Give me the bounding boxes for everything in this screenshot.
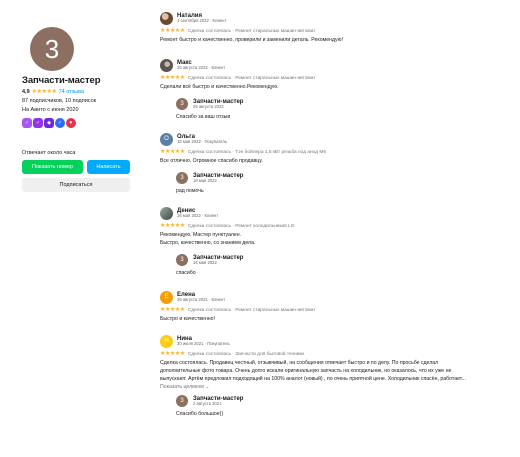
seller-reply-text: рад помочь xyxy=(176,188,204,194)
review-text: Все отлично. Огромное спасибо продавцу. xyxy=(160,158,263,164)
review-deal: Сделка состоялась · Запчасти для бытовой… xyxy=(187,351,305,357)
seller-rating-value: 4,9 xyxy=(22,89,30,95)
review-meta: 28 августа 2021 · Клиент xyxy=(177,296,226,302)
seller-rating-row: 4,9 ★★★★★ 74 отзыва xyxy=(22,89,152,95)
seller-reply-avatar: 3 xyxy=(176,172,188,184)
review-stars: ★★★★★ xyxy=(160,28,185,34)
seller-avatar[interactable]: 3 xyxy=(30,27,74,71)
review-deal: Сделка состоялась · Тэн бойлера 1,5 кВт … xyxy=(187,149,327,155)
review-item: О Ольга 18 мая 2022 · Покупатель ★★★★★ С… xyxy=(160,132,512,194)
seller-reply-avatar: 3 xyxy=(176,395,188,407)
review-item: Наталия 1 сентября 2022 · Клиент ★★★★★ С… xyxy=(160,11,512,44)
reviewer-avatar[interactable] xyxy=(160,11,173,25)
review-text-line: Быстро, качественно, со знанием дела. xyxy=(160,240,256,246)
seller-reply: 3 Запчасти-мастер 18 мая 2022 рад помочь xyxy=(176,171,512,194)
seller-reply-date: 18 мая 2022 xyxy=(193,177,217,183)
review-meta: 16 мая 2022 · Клиент xyxy=(177,212,219,218)
reviewer-avatar-initial: Е xyxy=(164,294,169,300)
seller-name[interactable]: Запчасти-мастер xyxy=(22,75,152,86)
seller-reply-avatar-initial: 3 xyxy=(180,257,184,263)
badge-documents-icon[interactable]: ✓ xyxy=(33,118,43,128)
seller-avatar-initial: 3 xyxy=(44,33,60,64)
review-stars: ★★★★★ xyxy=(160,149,185,155)
show-number-button[interactable]: Показать номер xyxy=(22,160,83,174)
review-text: Рекомендую. Мастер пунктуален. Быстро, к… xyxy=(160,231,512,247)
seller-badges: ✓ ✓ ◆ ✓ ♥ xyxy=(22,118,152,128)
seller-reply-avatar-initial: 3 xyxy=(180,175,184,181)
seller-reply-date: 16 мая 2022 xyxy=(193,259,217,265)
review-text-line: выпускают. Артём предложил подходящий на… xyxy=(160,376,466,382)
review-deal: Сделка состоялась · Ремонт стиральных ма… xyxy=(187,75,316,81)
member-since: На Авито с июня 2020 xyxy=(22,107,79,113)
seller-reply-text: спасибо xyxy=(176,270,196,276)
review-meta: 1 сентября 2022 · Клиент xyxy=(177,17,227,23)
review-text-line: дополнительные фото товара. Очень долго … xyxy=(160,368,452,374)
review-text: Сделали всё быстро и качественно.Рекомен… xyxy=(160,84,279,90)
subscribe-button[interactable]: Подписаться xyxy=(22,178,130,192)
review-item: Денис 16 мая 2022 · Клиент ★★★★★ Сделка … xyxy=(160,206,512,276)
write-message-button[interactable]: Написать xyxy=(87,160,130,174)
review-text: Быстро и качественно! xyxy=(160,316,216,322)
review-deal: Сделка состоялась · Ремонт стиральных ма… xyxy=(187,307,316,313)
seller-reply-date: 2 августа 2021 xyxy=(193,400,222,406)
reviews-list: Наталия 1 сентября 2022 · Клиент ★★★★★ С… xyxy=(160,11,512,417)
seller-reply: 3 Запчасти-мастер 2 августа 2021 Спасибо… xyxy=(176,394,512,417)
reviewer-avatar[interactable] xyxy=(160,206,173,220)
seller-rating-stars: ★★★★★ xyxy=(31,89,57,95)
seller-reply-avatar: 3 xyxy=(176,254,188,266)
reviews-count-link[interactable]: 74 отзыва xyxy=(59,89,85,95)
badge-heart-icon[interactable]: ♥ xyxy=(66,118,76,128)
badge-company-icon[interactable]: ◆ xyxy=(44,118,54,128)
review-meta: 18 мая 2022 · Покупатель xyxy=(177,138,227,144)
reviewer-avatar[interactable]: О xyxy=(160,132,173,146)
seller-reply-avatar-initial: 3 xyxy=(180,101,184,107)
seller-reply-text: Спасибо за ваш отзыв xyxy=(176,114,231,120)
badge-reliable-icon[interactable]: ✓ xyxy=(22,118,32,128)
seller-reply: 3 Запчасти-мастер 25 августа 2022 Спасиб… xyxy=(176,97,512,120)
review-item: Е Елена 28 августа 2021 · Клиент ★★★★★ С… xyxy=(160,290,512,323)
reviewer-avatar-initial: Н xyxy=(164,338,169,344)
review-text-line: Рекомендую. Мастер пунктуален. xyxy=(160,232,242,238)
reviewer-avatar[interactable] xyxy=(160,58,173,72)
seller-reply-date: 25 августа 2022 xyxy=(193,103,224,109)
reviewer-avatar-initial: О xyxy=(164,136,169,142)
seller-reply-avatar: 3 xyxy=(176,98,188,110)
review-item: Н Нина 30 июля 2021 · Покупатель ★★★★★ С… xyxy=(160,334,512,417)
seller-reply: 3 Запчасти-мастер 16 мая 2022 спасибо xyxy=(176,253,512,276)
reply-time: Отвечает около часа xyxy=(22,150,76,156)
review-text-line: Сделка состоялась. Продавец честный, отз… xyxy=(160,360,439,366)
review-meta: 25 августа 2022 · Клиент xyxy=(177,64,226,70)
review-text: Ремонт быстро и качественно, проверили и… xyxy=(160,37,343,43)
reviewer-avatar[interactable]: Н xyxy=(160,334,173,348)
seller-profile: 3 Запчасти-мастер 4,9 ★★★★★ 74 отзыва 87… xyxy=(22,27,152,192)
reviewer-avatar[interactable]: Е xyxy=(160,290,173,304)
badge-verified-icon[interactable]: ✓ xyxy=(55,118,65,128)
show-full-link[interactable]: Показать целиком ⌄ xyxy=(160,384,512,390)
review-deal: Сделка состоялась · Ремонт стиральных ма… xyxy=(187,28,316,34)
review-stars: ★★★★★ xyxy=(160,307,185,313)
subscribers-info[interactable]: 87 подписчиков, 10 подписок xyxy=(22,98,152,104)
review-stars: ★★★★★ xyxy=(160,75,185,81)
review-text: Сделка состоялась. Продавец честный, отз… xyxy=(160,359,512,383)
review-stars: ★★★★★ xyxy=(160,223,185,229)
review-meta: 30 июля 2021 · Покупатель xyxy=(177,340,230,346)
review-deal: Сделка состоялась · Ремонт холодильников… xyxy=(187,223,295,229)
seller-reply-text: Спасибо большое)) xyxy=(176,411,224,417)
review-item: Макс 25 августа 2022 · Клиент ★★★★★ Сдел… xyxy=(160,58,512,120)
review-stars: ★★★★★ xyxy=(160,351,185,357)
seller-reply-avatar-initial: 3 xyxy=(180,398,184,404)
